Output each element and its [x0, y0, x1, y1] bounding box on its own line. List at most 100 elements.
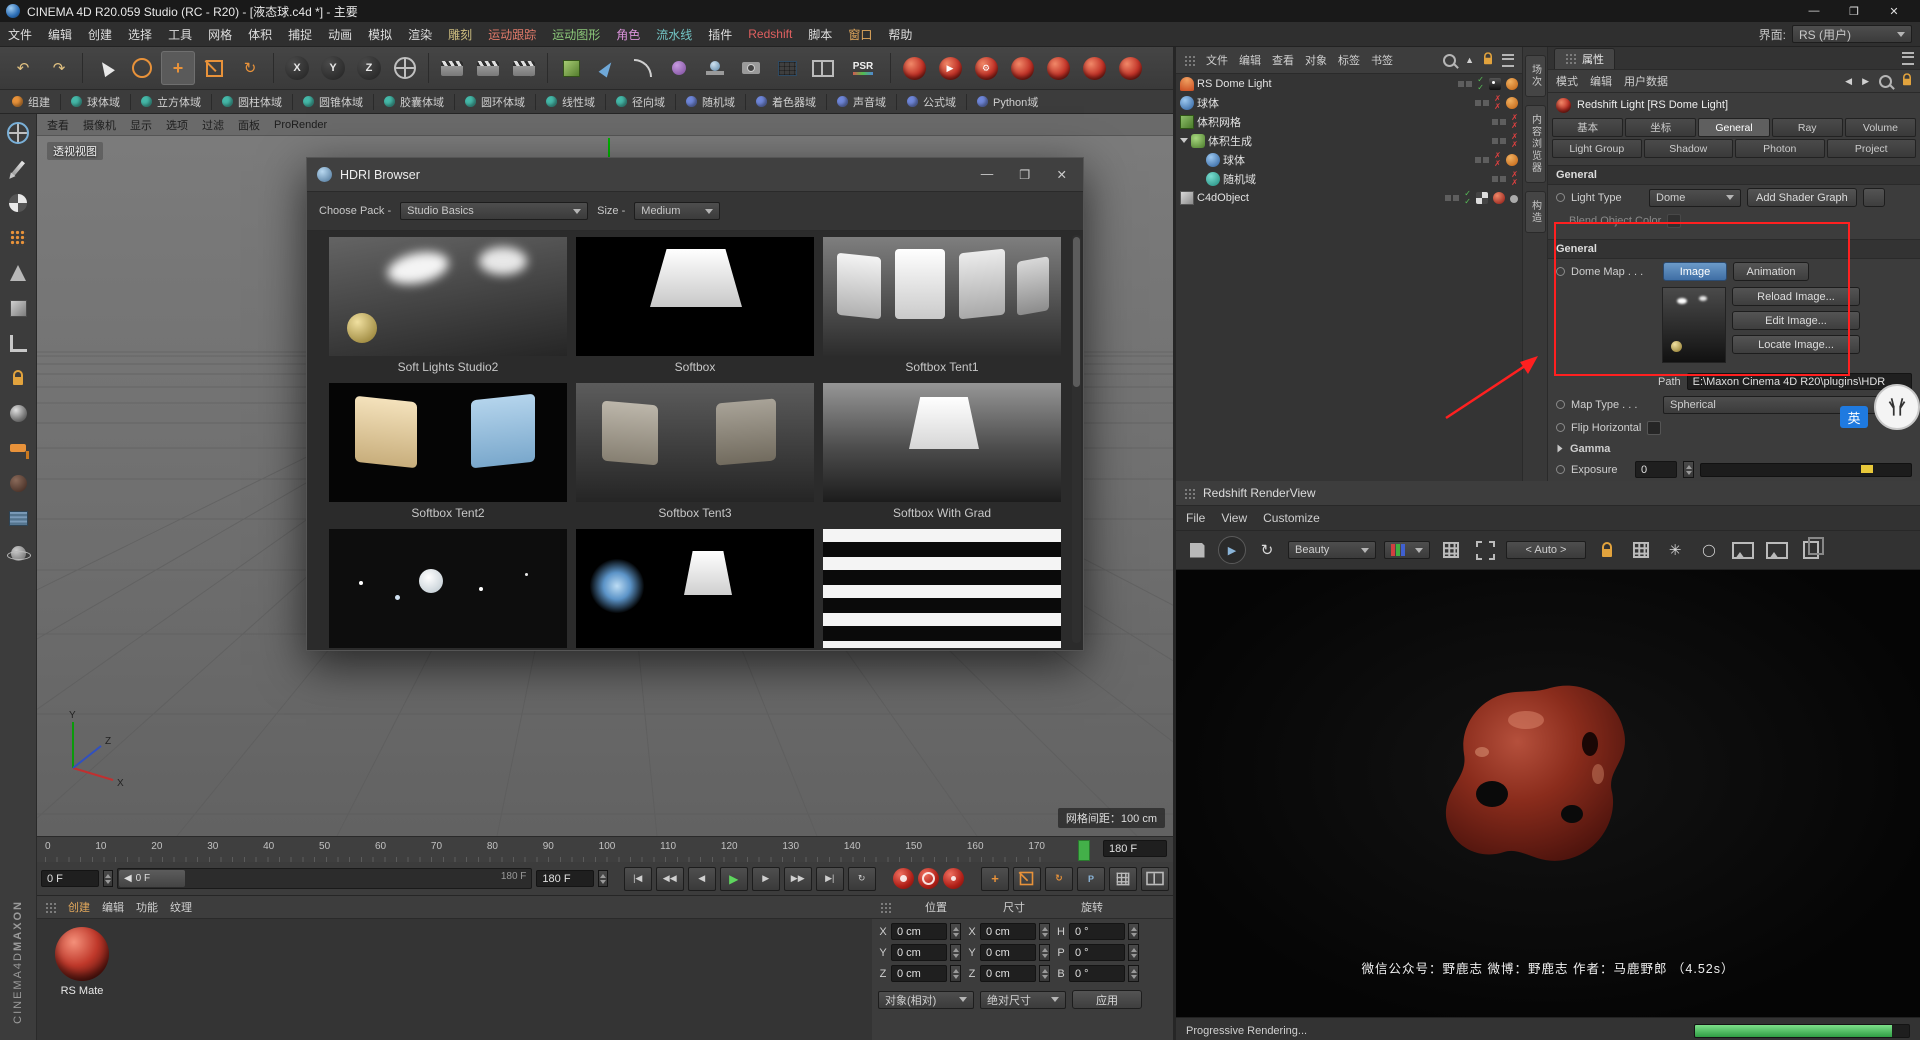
selection-tool-icon[interactable] — [89, 51, 123, 85]
general-section-header[interactable]: General — [1548, 165, 1920, 185]
edit-image-button[interactable]: Edit Image... — [1732, 311, 1860, 330]
dock-tab[interactable]: 内容浏览器 — [1525, 105, 1546, 183]
position-mode-dropdown[interactable]: 对象(相对) — [878, 991, 974, 1009]
tab-ray[interactable]: Ray — [1772, 118, 1843, 137]
save-snapshot-icon[interactable] — [1184, 537, 1210, 563]
anim-dot-icon[interactable] — [1556, 465, 1565, 474]
visibility-toggle[interactable]: ✓✓ — [1477, 76, 1484, 92]
dialog-scrollbar[interactable] — [1072, 235, 1081, 643]
visibility-toggle[interactable]: ✓✓ — [1464, 190, 1471, 206]
tag-icon[interactable] — [1506, 154, 1518, 166]
dock-tab[interactable]: 场次 — [1525, 55, 1546, 97]
menu-item[interactable]: 雕刻 — [448, 26, 472, 43]
history-forward-icon[interactable]: ▶ — [1862, 76, 1869, 87]
anim-dot-icon[interactable] — [1556, 193, 1565, 202]
size-y-field[interactable]: 0 cm — [980, 944, 1036, 961]
exposure-field[interactable]: 0 — [1635, 461, 1677, 478]
tab-basic[interactable]: 基本 — [1552, 118, 1623, 137]
camera-icon[interactable] — [734, 51, 768, 85]
stepper[interactable] — [950, 965, 961, 982]
add-shader-graph-button[interactable]: Add Shader Graph — [1747, 188, 1857, 207]
viewport-menu-item[interactable]: 选项 — [166, 117, 188, 133]
record-scale-toggle[interactable] — [1013, 867, 1041, 891]
tab-volume[interactable]: Volume — [1845, 118, 1916, 137]
menu-item[interactable]: 流水线 — [656, 26, 692, 43]
locate-image-button[interactable]: Locate Image... — [1732, 335, 1860, 354]
record-pla-toggle[interactable] — [1109, 867, 1137, 891]
field-item-linear[interactable]: 线性域 — [542, 94, 599, 110]
texture-mode-icon[interactable] — [5, 190, 31, 216]
tweak-mode-icon[interactable] — [5, 470, 31, 496]
range-end-stepper[interactable] — [598, 870, 608, 887]
goto-start-button[interactable]: |◀ — [624, 867, 652, 891]
copy-image-icon[interactable] — [1798, 537, 1824, 563]
object-row[interactable]: C4dObject ✓✓ — [1176, 188, 1522, 207]
dual-view-icon[interactable] — [806, 51, 840, 85]
interface-dropdown[interactable]: RS (用户) — [1792, 25, 1912, 43]
viewport-menu-item[interactable]: ProRender — [274, 119, 327, 131]
flip-horizontal-checkbox[interactable] — [1647, 421, 1661, 435]
field-item-cone[interactable]: 圆锥体域 — [299, 94, 367, 110]
hdri-thumbnail[interactable] — [823, 529, 1061, 648]
hdri-thumbnail[interactable] — [576, 383, 814, 502]
stepper[interactable] — [950, 923, 961, 940]
menu-item[interactable]: 工具 — [168, 26, 192, 43]
panel-grip-icon[interactable] — [45, 902, 56, 913]
frame-range-slider[interactable]: ◀ 0 F 180 F — [117, 868, 532, 889]
ime-badge[interactable]: 英 — [1840, 406, 1868, 428]
viewport-menu-item[interactable]: 显示 — [130, 117, 152, 133]
panel-grip-icon[interactable] — [1184, 488, 1195, 499]
object-row[interactable]: 体积网格 ✗✗ — [1176, 112, 1522, 131]
viewport-solo-icon[interactable] — [5, 540, 31, 566]
maximize-button[interactable]: ❐ — [1834, 0, 1874, 22]
om-menu-item[interactable]: 编辑 — [1239, 52, 1261, 68]
range-slider-grip[interactable]: ◀ 0 F — [119, 870, 185, 887]
object-row[interactable]: 球体 ✗✗ — [1176, 150, 1522, 169]
om-options-icon[interactable] — [1502, 54, 1514, 67]
tag-icon[interactable] — [1510, 195, 1518, 203]
menu-item[interactable]: 网格 — [208, 26, 232, 43]
rs-camera-icon[interactable] — [1077, 51, 1111, 85]
image-b-icon[interactable] — [1764, 537, 1790, 563]
attr-options-icon[interactable] — [1902, 52, 1914, 65]
rotation-p-field[interactable]: 0 ° — [1069, 944, 1125, 961]
render-settings-icon[interactable]: ⚙ — [507, 51, 541, 85]
size-z-field[interactable]: 0 cm — [980, 965, 1036, 982]
tag-icon[interactable] — [1506, 97, 1518, 109]
field-item-group[interactable]: 组建 — [8, 94, 54, 110]
menu-item[interactable]: 插件 — [708, 26, 732, 43]
field-item-python[interactable]: Python域 — [973, 94, 1042, 110]
hdri-thumbnail[interactable] — [823, 237, 1061, 356]
current-frame-stepper[interactable] — [103, 870, 113, 887]
apply-button[interactable]: 应用 — [1072, 990, 1142, 1009]
visibility-toggle[interactable]: ✗✗ — [1511, 114, 1518, 130]
prev-frame-button[interactable]: ◀ — [688, 867, 716, 891]
menu-item[interactable]: 渲染 — [408, 26, 432, 43]
lock-workplane-icon[interactable] — [5, 365, 31, 391]
dome-map-thumbnail[interactable] — [1662, 287, 1726, 363]
make-editable-icon[interactable] — [5, 120, 31, 146]
material-menu-item[interactable]: 编辑 — [102, 899, 124, 915]
om-menu-item[interactable]: 标签 — [1338, 52, 1360, 68]
menu-item[interactable]: Redshift — [748, 27, 792, 41]
dialog-titlebar[interactable]: HDRI Browser — ❐ ✕ — [307, 158, 1083, 192]
panel-grip-icon[interactable] — [1184, 55, 1195, 66]
snap-icon[interactable] — [5, 505, 31, 531]
menu-item[interactable]: 脚本 — [808, 26, 832, 43]
current-frame-field[interactable]: 0 F — [41, 870, 99, 887]
grid-toggle-icon[interactable] — [1438, 537, 1464, 563]
size-mode-dropdown[interactable]: 绝对尺寸 — [980, 991, 1066, 1009]
keyframe-selection-button[interactable] — [943, 868, 964, 889]
material-menu-item[interactable]: 功能 — [136, 899, 158, 915]
attr-menu-item[interactable]: 编辑 — [1590, 73, 1612, 89]
tab-general[interactable]: General — [1698, 118, 1769, 137]
tag-icon[interactable] — [1506, 78, 1518, 90]
loop-button[interactable]: ↻ — [848, 867, 876, 891]
size-x-field[interactable]: 0 cm — [980, 923, 1036, 940]
menu-item[interactable]: 模拟 — [368, 26, 392, 43]
timeline-ruler[interactable]: 010 2030 4050 6070 8090 100110 120130 14… — [37, 836, 1173, 864]
next-key-button[interactable]: ▶▶ — [784, 867, 812, 891]
z-axis-lock-icon[interactable]: Z — [352, 51, 386, 85]
tab-photon[interactable]: Photon — [1735, 139, 1825, 158]
om-menu-item[interactable]: 查看 — [1272, 52, 1294, 68]
